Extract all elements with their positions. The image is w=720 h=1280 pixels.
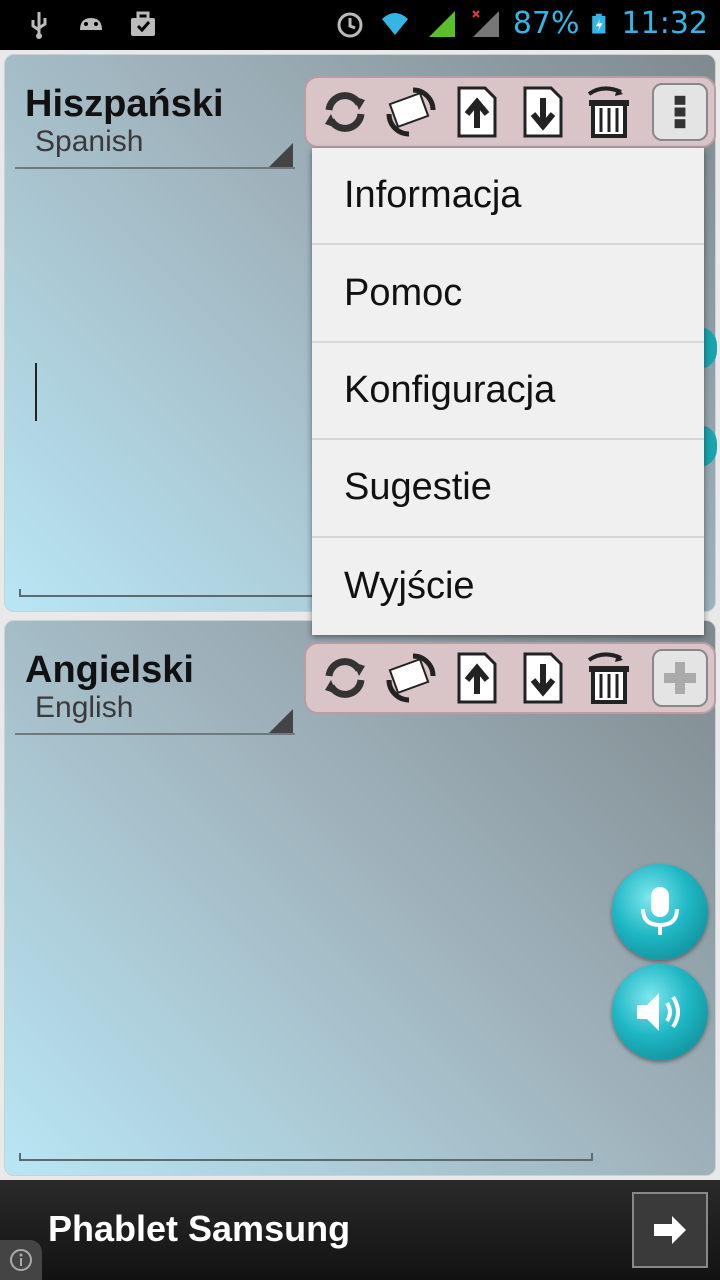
source-language-underline [15,167,295,169]
menu-item-settings[interactable]: Konfiguracja [312,343,704,441]
target-refresh-button[interactable] [314,647,376,709]
ad-banner[interactable]: Phablet Samsung [0,1180,720,1280]
speaker-button[interactable] [612,964,708,1060]
signal-icon [428,10,455,37]
source-translate-button[interactable] [380,81,442,143]
menu-item-exit[interactable]: Wyjście [312,538,704,635]
arrow-right-icon [654,1216,686,1244]
ad-open-button[interactable] [632,1192,708,1268]
ad-text[interactable]: Phablet Samsung [48,1208,350,1250]
signal-no-service-icon [472,9,499,37]
refresh-icon [325,92,365,132]
download-icon [523,652,563,704]
upload-icon [457,86,497,138]
microphone-icon [641,887,679,935]
target-language-subtitle[interactable]: English [35,691,133,725]
download-icon [523,86,563,138]
source-upload-button[interactable] [446,81,508,143]
clock: 11:32 [621,6,708,41]
source-language-dropdown-arrow[interactable] [269,143,293,167]
ad-info-button[interactable] [0,1240,42,1280]
target-language-dropdown-arrow[interactable] [269,709,293,733]
target-text-output[interactable] [19,1153,593,1161]
refresh-icon [325,658,365,698]
status-bar: 87% 11:32 [0,0,720,50]
target-toolbar [304,642,716,714]
overflow-menu-button[interactable] [652,83,708,141]
swap-translate-icon [386,653,436,703]
more-vertical-icon [674,95,686,129]
target-language-underline [15,733,295,735]
source-language-title[interactable]: Hiszpański [25,83,224,126]
plus-icon [664,662,696,694]
trash-icon [587,652,629,704]
microphone-button[interactable] [612,864,708,960]
add-button[interactable] [652,649,708,707]
menu-item-help[interactable]: Pomoc [312,245,704,343]
trash-icon [587,86,629,138]
target-download-button[interactable] [512,647,574,709]
target-upload-button[interactable] [446,647,508,709]
source-download-button[interactable] [512,81,574,143]
target-translate-button[interactable] [380,647,442,709]
source-clear-button[interactable] [578,81,640,143]
info-icon [10,1249,32,1271]
battery-charging-icon [591,13,605,34]
swap-translate-icon [386,87,436,137]
source-language-subtitle[interactable]: Spanish [35,125,143,159]
wifi-icon [381,12,408,35]
menu-item-suggestions[interactable]: Sugestie [312,440,704,538]
text-cursor [35,363,37,421]
source-toolbar [304,76,716,148]
alarm-icon [337,12,363,37]
app-root: 87% 11:32 Hiszpański Spanish Angielski E… [0,0,720,1280]
speaker-icon [637,993,680,1031]
menu-item-information[interactable]: Informacja [312,148,704,246]
briefcase-icon [131,11,155,36]
target-clear-button[interactable] [578,647,640,709]
usb-icon [31,12,47,39]
android-icon [80,18,102,30]
overflow-menu: Informacja Pomoc Konfiguracja Sugestie W… [312,148,704,635]
target-language-title[interactable]: Angielski [25,649,194,692]
source-refresh-button[interactable] [314,81,376,143]
upload-icon [457,652,497,704]
battery-percent: 87% [512,6,580,41]
